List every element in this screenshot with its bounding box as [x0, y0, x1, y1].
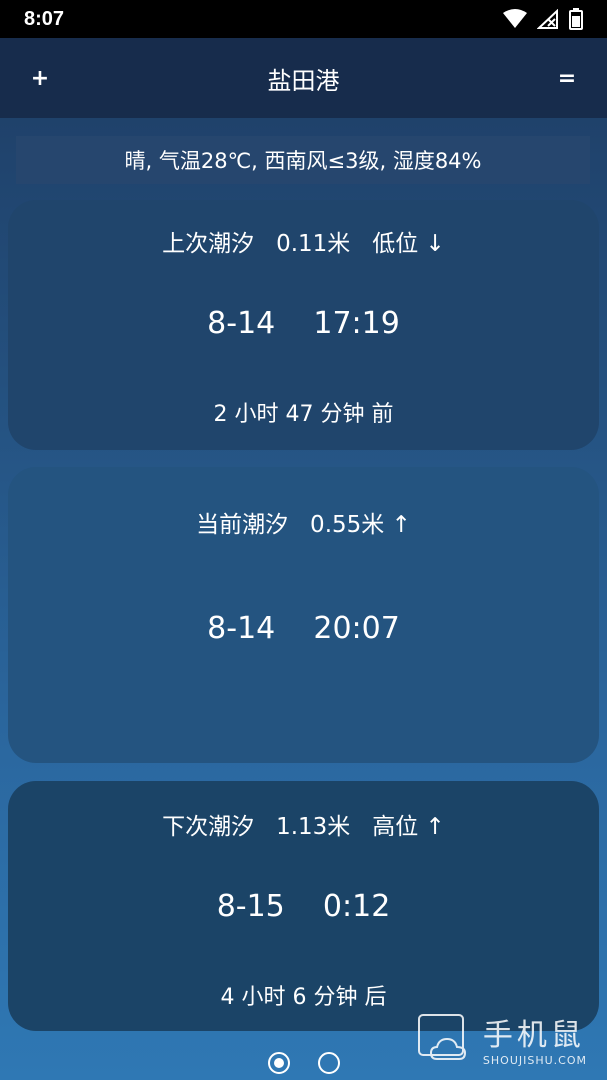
add-button[interactable]: + — [10, 38, 70, 118]
no-signal-icon — [537, 9, 558, 29]
wifi-icon — [503, 9, 527, 28]
menu-button[interactable]: = — [537, 38, 597, 118]
watermark: 手机鼠 SHOUJISHU.COM — [417, 1010, 587, 1067]
page-dot-1[interactable] — [267, 1052, 290, 1074]
watermark-name: 手机鼠 — [482, 1018, 585, 1053]
next-tide-header: 下次潮汐 1.13米 高位 ↑ — [162, 814, 445, 840]
app-bar: + 盐田港 = — [0, 38, 607, 118]
previous-tide-relative: 2 小时 47 分钟 前 — [213, 402, 394, 427]
page-dot-2[interactable] — [317, 1052, 340, 1074]
current-tide-datetime: 8-14 20:07 — [207, 611, 400, 646]
cloud-icon — [417, 1013, 466, 1060]
status-time: 8:07 — [24, 7, 65, 30]
previous-tide-header: 上次潮汐 0.11米 低位 ↓ — [162, 231, 445, 257]
current-tide-header: 当前潮汐 0.55米 ↑ — [196, 512, 411, 538]
previous-tide-card: 上次潮汐 0.11米 低位 ↓ 8-14 17:19 2 小时 47 分钟 前 — [8, 200, 599, 450]
current-tide-card: 当前潮汐 0.55米 ↑ 8-14 20:07 — [8, 467, 599, 763]
weather-text: 晴, 气温28℃, 西南风≤3级, 湿度84% — [124, 149, 482, 173]
battery-icon — [569, 8, 583, 30]
previous-tide-datetime: 8-14 17:19 — [207, 306, 400, 341]
page-title: 盐田港 — [267, 66, 340, 95]
next-tide-card: 下次潮汐 1.13米 高位 ↑ 8-15 0:12 4 小时 6 分钟 后 — [8, 781, 599, 1031]
status-icons — [503, 8, 583, 30]
status-bar: 8:07 — [0, 0, 607, 38]
weather-summary: 晴, 气温28℃, 西南风≤3级, 湿度84% — [16, 136, 590, 184]
next-tide-relative: 4 小时 6 分钟 后 — [220, 985, 387, 1010]
next-tide-datetime: 8-15 0:12 — [216, 889, 391, 924]
watermark-text: 手机鼠 SHOUJISHU.COM — [483, 1010, 587, 1067]
watermark-domain: SHOUJISHU.COM — [482, 1054, 587, 1067]
